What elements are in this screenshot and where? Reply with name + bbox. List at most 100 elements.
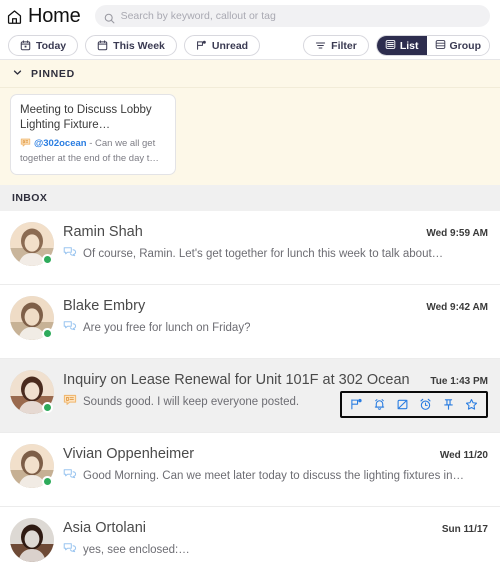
top-bar: Home — [0, 0, 500, 32]
avatar — [10, 222, 54, 266]
inbox-row-preview: yes, see enclosed:… — [63, 541, 488, 558]
chip-unread[interactable]: Unread — [183, 35, 261, 56]
calendar-today-icon — [20, 40, 31, 51]
app-root: Home Today — [0, 0, 500, 587]
unread-flag-icon — [196, 40, 207, 51]
pin-action[interactable] — [437, 395, 460, 414]
inbox-list: Ramin Shah Wed 9:59 AM Of course, Ramin. L… — [0, 211, 500, 581]
view-toggle-list[interactable]: List — [376, 36, 427, 55]
inbox-row[interactable]: Asia Ortolani Sun 11/17 yes, see enclosed:… — [0, 507, 500, 581]
inbox-row[interactable]: Inquiry on Lease Renewal for Unit 101F a… — [0, 359, 500, 433]
pinned-card[interactable]: Meeting to Discuss Lobby Lighting Fixtur… — [10, 94, 176, 175]
inbox-section-label: INBOX — [12, 192, 48, 204]
inbox-row-header: Inquiry on Lease Renewal for Unit 101F a… — [63, 372, 488, 388]
pinned-section-header[interactable]: PINNED — [0, 60, 500, 88]
chip-unread-label: Unread — [211, 39, 249, 52]
notify-action[interactable] — [368, 395, 391, 414]
inbox-row-title: Asia Ortolani — [63, 520, 147, 536]
avatar — [10, 370, 54, 414]
snooze-action[interactable] — [414, 395, 437, 414]
bell-icon — [373, 398, 386, 411]
chip-today[interactable]: Today — [8, 35, 79, 56]
inbox-row-preview-text: Good Morning. Can we meet later today to… — [83, 469, 464, 482]
inbox-row-title: Inquiry on Lease Renewal for Unit 101F a… — [63, 372, 410, 388]
inbox-row-timestamp: Tue 1:43 PM — [430, 376, 488, 387]
page-title: Home — [28, 4, 81, 27]
avatar-image — [10, 518, 54, 562]
favorite-action[interactable] — [460, 395, 483, 414]
filter-button-label: Filter — [331, 39, 357, 52]
calendar-week-icon — [97, 40, 108, 51]
home-icon — [6, 8, 23, 25]
inbox-row-timestamp: Wed 9:59 AM — [426, 228, 488, 239]
inbox-row[interactable]: Ramin Shah Wed 9:59 AM Of course, Ramin. L… — [0, 211, 500, 285]
inbox-row-preview-text: Of course, Ramin. Let's get together for… — [83, 247, 444, 260]
filter-bar: Today This Week Unread Filter List Group — [0, 32, 500, 60]
message-card-icon — [20, 137, 31, 152]
inbox-row-content: Blake Embry Wed 9:42 AM Are you free for l… — [63, 296, 488, 336]
avatar — [10, 444, 54, 488]
pinned-section-body: Meeting to Discuss Lobby Lighting Fixtur… — [0, 88, 500, 185]
pinned-card-title: Meeting to Discuss Lobby Lighting Fixtur… — [20, 104, 152, 131]
inbox-row-title: Vivian Oppenheimer — [63, 446, 195, 462]
alarm-clock-icon — [419, 398, 432, 411]
chip-this-week-label: This Week — [113, 39, 165, 52]
filter-icon — [315, 40, 326, 51]
view-toggle-group-label: Group — [449, 39, 482, 52]
chevron-down-icon[interactable] — [12, 65, 23, 83]
mark-unread-action[interactable] — [345, 395, 368, 414]
inbox-row-title: Ramin Shah — [63, 224, 143, 240]
inbox-row-preview: Are you free for lunch on Friday? — [63, 319, 488, 336]
search-bar[interactable] — [94, 5, 490, 27]
inbox-row[interactable]: Blake Embry Wed 9:42 AM Are you free for l… — [0, 285, 500, 359]
row-action-toolbar — [340, 391, 488, 418]
group-view-icon — [435, 39, 446, 53]
inbox-row-content: Vivian Oppenheimer Wed 11/20 Good Morning.… — [63, 444, 488, 484]
search-input[interactable] — [120, 10, 481, 22]
inbox-row-preview: Good Morning. Can we meet later today to… — [63, 467, 488, 484]
inbox-row-timestamp: Wed 9:42 AM — [426, 302, 488, 313]
pinned-card-snippet: @302ocean - Can we all get together at t… — [20, 137, 166, 165]
view-toggle-list-label: List — [399, 39, 419, 52]
inbox-row-header: Vivian Oppenheimer Wed 11/20 — [63, 446, 488, 462]
chat-bubbles-icon — [63, 245, 77, 262]
inbox-row-header: Ramin Shah Wed 9:59 AM — [63, 224, 488, 240]
inbox-row-timestamp: Wed 11/20 — [439, 450, 488, 461]
online-status-dot — [42, 328, 53, 339]
mute-icon — [396, 398, 409, 411]
star-icon — [465, 398, 478, 411]
avatar — [10, 518, 54, 562]
inbox-row-content: Ramin Shah Wed 9:59 AM Of course, Ramin. L… — [63, 222, 488, 262]
inbox-row[interactable]: Vivian Oppenheimer Wed 11/20 Good Morning.… — [0, 433, 500, 507]
inbox-row-timestamp: Sun 11/17 — [441, 524, 488, 535]
inbox-section-header: INBOX — [0, 185, 500, 211]
pinned-section-label: PINNED — [31, 67, 75, 80]
online-status-dot — [42, 402, 53, 413]
chat-bubbles-icon — [63, 467, 77, 484]
pin-icon — [442, 398, 455, 411]
chip-this-week[interactable]: This Week — [85, 35, 177, 56]
pinned-card-tag[interactable]: @302ocean — [34, 138, 87, 149]
search-icon — [104, 11, 115, 23]
view-toggle-group: List Group — [375, 35, 490, 56]
list-view-icon — [385, 39, 396, 53]
unread-flag-icon — [350, 398, 363, 411]
chip-today-label: Today — [36, 39, 67, 52]
inbox-row-preview-text: yes, see enclosed:… — [83, 543, 190, 556]
avatar — [10, 296, 54, 340]
view-toggle-group-btn[interactable]: Group — [426, 36, 489, 55]
inbox-row-content: Asia Ortolani Sun 11/17 yes, see enclosed:… — [63, 518, 488, 558]
inbox-row-preview: Of course, Ramin. Let's get together for… — [63, 245, 488, 262]
inbox-row-preview-text: Are you free for lunch on Friday? — [83, 321, 251, 334]
inbox-row-header: Asia Ortolani Sun 11/17 — [63, 520, 488, 536]
chat-bubbles-icon — [63, 541, 77, 558]
online-status-dot — [42, 254, 53, 265]
filter-button[interactable]: Filter — [303, 35, 369, 56]
inbox-row-header: Blake Embry Wed 9:42 AM — [63, 298, 488, 314]
chat-bubbles-icon — [63, 319, 77, 336]
inbox-row-preview-text: Sounds good. I will keep everyone posted… — [83, 395, 300, 408]
home-nav-link[interactable]: Home — [6, 5, 81, 28]
online-status-dot — [42, 476, 53, 487]
mute-action[interactable] — [391, 395, 414, 414]
inbox-row-title: Blake Embry — [63, 298, 146, 314]
